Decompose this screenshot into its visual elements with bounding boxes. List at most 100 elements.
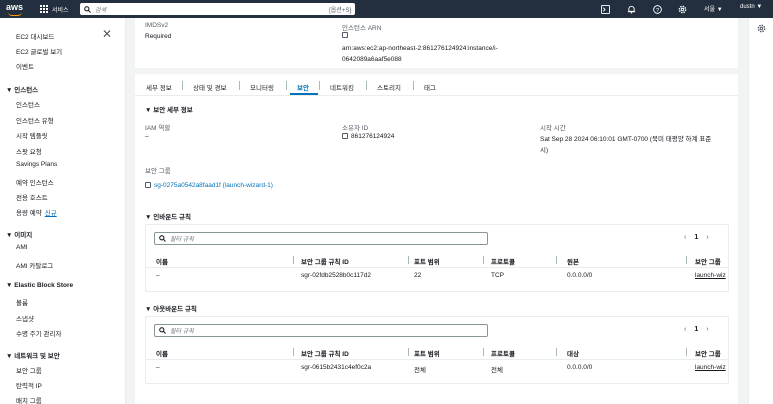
tab-networking[interactable]: 네트워킹 [330,82,354,92]
sidebar-item-savings-plans[interactable]: Savings Plans [16,161,57,168]
sidebar-item-ec2-global-view[interactable]: EC2 글로벌 보기 [16,46,62,56]
sidebar-section-images[interactable]: ▼ 이미지 [6,229,32,239]
capacity-reservations-label: 용량 예약 [16,210,42,217]
table-cell-security-group-link[interactable]: launch-wiz [695,364,726,371]
help-icon[interactable]: ? [651,3,663,15]
table-cell-security-group-link[interactable]: launch-wiz [695,272,726,279]
sidebar-item-ami-catalog[interactable]: AMI 카탈로그 [16,260,53,270]
sidebar-item-lifecycle-manager[interactable]: 수명 주기 관리자 [16,328,61,338]
chevron-left-icon[interactable]: ‹ [684,234,686,241]
close-icon[interactable]: ✕ [102,28,112,40]
filter-placeholder: 필터 규칙 [170,237,194,243]
services-menu[interactable]: 서비스 [40,5,69,14]
owner-id-text: 861276124924 [351,133,395,140]
account-menu[interactable]: dustn ▼ [740,4,762,10]
tab-divider [182,81,183,90]
launch-time-value-line2: 시) [540,147,549,154]
tab-status-alarms[interactable]: 상태 및 경보 [193,82,227,92]
right-utility-panel [748,18,773,404]
sidebar-item-reserved-instances[interactable]: 예약 인스턴스 [16,177,54,187]
copy-icon[interactable] [145,182,151,188]
sidebar-item-snapshots[interactable]: 스냅샷 [16,313,34,323]
cloudshell-icon[interactable] [599,3,611,15]
col-header-port-range[interactable]: 포트 범위 [414,256,440,266]
col-header-port-range[interactable]: 포트 범위 [414,348,440,358]
chevron-right-icon[interactable]: › [706,326,708,333]
arn-value-line2: 0642089a6aaf5e088 [342,56,402,63]
chevron-right-icon[interactable]: › [706,234,708,241]
inbound-pagination: ‹ 1 › [684,234,709,241]
table-cell-rule-id: sgr-02fdb2528b0c117d2 [301,272,371,279]
launch-time-label: 시작 시간 [540,125,566,132]
region-selector[interactable]: 서울 ▼ [704,4,723,13]
outbound-filter-input[interactable]: 필터 규칙 [154,324,488,337]
sidebar-item-launch-templates[interactable]: 시작 템플릿 [16,130,48,140]
tab-divider [239,81,240,90]
table-cell-rule-id: sgr-0615b2431c4ef0c2a [301,364,372,371]
sidebar-item-capacity-reservations[interactable]: 용량 예약 신규 [16,207,57,217]
security-details-heading[interactable]: ▼ 보안 세부 정보 [145,104,193,114]
tab-security[interactable]: 보안 [297,82,309,92]
sidebar-item-placement-groups[interactable]: 배치 그룹 [16,395,42,404]
sidebar-item-dedicated-hosts[interactable]: 전용 호스트 [16,192,48,202]
copy-icon[interactable] [342,133,348,139]
search-shortcut: [옵션+S] [329,7,351,14]
sidebar-section-instances[interactable]: ▼ 인스턴스 [6,84,38,94]
col-header-security-group[interactable]: 보안 그룹 [695,256,721,266]
tab-tags[interactable]: 태그 [424,82,436,92]
outbound-rules-heading[interactable]: ▼ 아웃바운드 규칙 [145,303,197,313]
tab-details[interactable]: 세부 정보 [146,82,172,92]
table-row-divider [146,267,728,268]
inbound-filter-input[interactable]: 필터 규칙 [154,232,488,245]
tab-divider [366,81,367,90]
page-number[interactable]: 1 [694,234,698,241]
gear-icon[interactable] [757,24,766,35]
sidebar-item-events[interactable]: 이벤트 [16,61,34,71]
imds-value: Required [145,33,172,40]
sidebar-item-spot-requests[interactable]: 스팟 요청 [16,146,42,156]
inbound-rules-heading[interactable]: ▼ 인바운드 규칙 [145,211,191,221]
sidebar-item-volumes[interactable]: 볼륨 [16,297,28,307]
table-cell-source: 0.0.0.0/0 [567,272,593,279]
top-navigation-bar: aws 서비스 검색 [옵션+S] ? 서울 ▼ dustn ▼ [0,0,773,18]
tab-monitoring[interactable]: 모니터링 [250,82,274,92]
sidebar-section-network-security[interactable]: ▼ 네트워크 및 보안 [6,350,60,360]
col-header-rule-id[interactable]: 보안 그룹 규칙 ID [301,256,349,266]
column-divider [556,348,557,356]
bell-icon[interactable] [625,3,637,15]
iam-role-value: – [145,133,149,140]
sidebar-item-ami[interactable]: AMI [16,244,28,251]
col-header-name[interactable]: 이름 [156,348,168,358]
chevron-left-icon[interactable]: ‹ [684,326,686,333]
table-cell-port-range: 전체 [414,367,426,374]
sidebar-item-security-groups[interactable]: 보안 그룹 [16,365,42,375]
new-badge[interactable]: 신규 [45,210,57,217]
tab-divider [286,81,287,90]
col-header-name[interactable]: 이름 [156,256,168,266]
sidebar-item-elastic-ips[interactable]: 탄력적 IP [16,380,42,390]
outbound-rules-table: 필터 규칙 ‹ 1 › 이름 보안 그룹 규칙 ID 포트 범위 프로토콜 대상… [145,316,729,384]
sidebar-item-instance-types[interactable]: 인스턴스 유형 [16,115,54,125]
col-header-rule-id[interactable]: 보안 그룹 규칙 ID [301,348,349,358]
sidebar: ✕ EC2 대시보드 EC2 글로벌 보기 이벤트 ▼ 인스턴스 인스턴스 인스… [0,18,126,404]
logo-text: aws [6,2,24,12]
aws-logo[interactable]: aws [6,1,28,17]
sidebar-item-instances[interactable]: 인스턴스 [16,99,40,109]
col-header-protocol[interactable]: 프로토콜 [491,348,515,358]
column-divider [408,348,409,356]
search-input[interactable]: 검색 [옵션+S] [80,3,355,15]
col-header-destination[interactable]: 대상 [567,348,579,358]
col-header-security-group[interactable]: 보안 그룹 [695,348,721,358]
copy-icon[interactable] [342,32,351,39]
tab-storage[interactable]: 스토리지 [377,82,401,92]
filter-placeholder: 필터 규칙 [170,329,194,335]
page-number[interactable]: 1 [694,326,698,333]
col-header-protocol[interactable]: 프로토콜 [491,256,515,266]
column-divider [293,256,294,264]
col-header-source[interactable]: 원본 [567,256,579,266]
column-divider [483,348,484,356]
sidebar-item-ec2-dashboard[interactable]: EC2 대시보드 [16,31,54,41]
sidebar-section-ebs[interactable]: ▼ Elastic Block Store [6,282,73,289]
security-group-link[interactable]: sg-0275a0542a8faad1f (launch-wizard-1) [145,182,273,189]
gear-icon[interactable] [676,3,688,15]
